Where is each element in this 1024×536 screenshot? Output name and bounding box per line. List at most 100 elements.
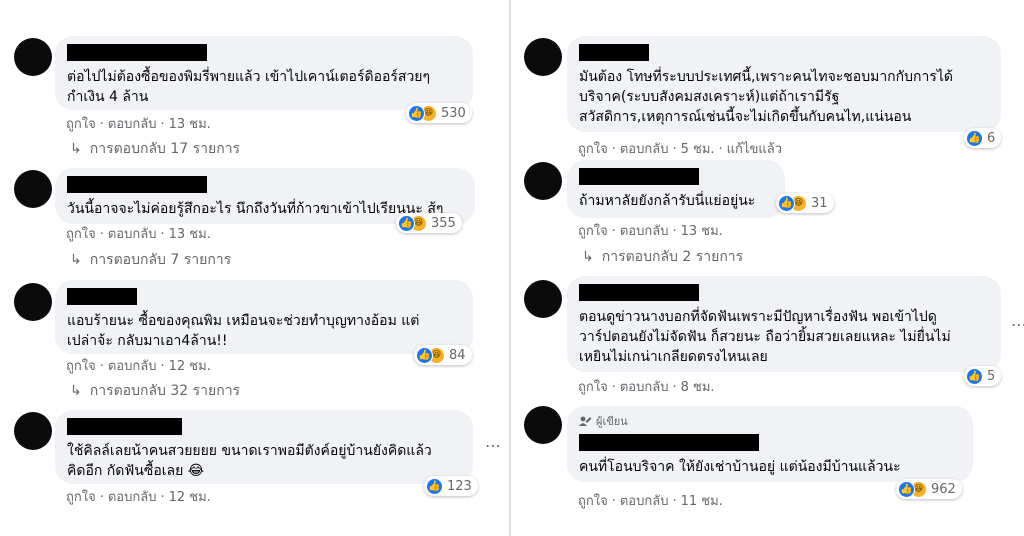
avatar[interactable]: [14, 170, 52, 208]
timestamp[interactable]: 11 ชม.: [681, 490, 723, 511]
redacted-author-name: [67, 288, 137, 305]
timestamp[interactable]: 13 ชม.: [169, 113, 211, 134]
avatar[interactable]: [524, 162, 562, 200]
like-icon: 👍: [426, 477, 443, 495]
edited-label[interactable]: แก้ไขแล้ว: [727, 138, 782, 159]
like-icon: 👍: [898, 480, 915, 498]
reaction-count: 84: [449, 347, 466, 363]
reaction-summary[interactable]: 👍 😆 31: [776, 193, 834, 213]
redacted-author-name: [579, 434, 759, 451]
like-link[interactable]: ถูกใจ: [578, 220, 608, 241]
comment-text: ถ้ามหาลัยยังกล้ารับนี่แย่อยู่นะ: [579, 193, 756, 209]
comment-text: คนที่โอนบริจาค ให้ยังเช่าบ้านอยู่ แต่น้อ…: [579, 459, 901, 475]
reply-link[interactable]: ตอบกลับ: [620, 220, 669, 241]
reply-link[interactable]: ตอบกลับ: [620, 376, 669, 397]
more-options-icon[interactable]: ⋯: [485, 436, 502, 455]
reply-link[interactable]: ตอบกลับ: [108, 486, 157, 507]
reaction-count: 355: [431, 215, 456, 231]
timestamp[interactable]: 13 ชม.: [169, 223, 211, 244]
timestamp[interactable]: 13 ชม.: [681, 220, 723, 241]
author-icon: [579, 416, 592, 426]
comment-text: มันต้อง โทษที่ระบบประเทศนี้,เพราะคนไทจะช…: [579, 69, 954, 125]
like-link[interactable]: ถูกใจ: [66, 223, 96, 244]
comment-actions: ถูกใจ · ตอบกลับ · 13 ชม.: [66, 113, 211, 134]
comment-actions: ถูกใจ · ตอบกลับ · 13 ชม.: [578, 220, 723, 241]
reaction-summary[interactable]: 👍 5: [964, 366, 1002, 386]
comment-actions: ถูกใจ · ตอบกลับ · 12 ชม.: [66, 355, 211, 376]
like-icon: 👍: [966, 367, 983, 385]
reaction-count: 123: [447, 478, 472, 494]
avatar[interactable]: [14, 412, 52, 450]
redacted-author-name: [67, 418, 182, 435]
comment-bubble: มันต้อง โทษที่ระบบประเทศนี้,เพราะคนไทจะช…: [567, 36, 1001, 132]
avatar[interactable]: [524, 38, 562, 76]
redacted-author-name: [67, 44, 207, 61]
view-replies-link[interactable]: ↳ การตอบกลับ 32 รายการ: [70, 380, 240, 402]
reply-arrow-icon: ↳: [582, 249, 594, 265]
redacted-author-name: [579, 284, 699, 301]
like-link[interactable]: ถูกใจ: [578, 490, 608, 511]
reaction-summary[interactable]: 👍 😆 355: [396, 213, 462, 233]
comment-actions: ถูกใจ · ตอบกลับ · 12 ชม.: [66, 486, 211, 507]
comment-bubble: ผู้เขียน คนที่โอนบริจาค ให้ยังเช่าบ้านอย…: [567, 406, 973, 482]
timestamp[interactable]: 5 ชม.: [681, 138, 715, 159]
reply-arrow-icon: ↳: [70, 252, 82, 268]
avatar[interactable]: [14, 38, 52, 76]
reaction-summary[interactable]: 👍 😆 84: [414, 345, 472, 365]
like-link[interactable]: ถูกใจ: [66, 355, 96, 376]
comment-bubble: ถ้ามหาลัยยังกล้ารับนี่แย่อยู่นะ: [567, 160, 785, 218]
redacted-author-name: [579, 168, 699, 185]
comment-bubble: ตอนดูข่าวนางบอกที่จัดฟันเพราะมีปัญหาเรื่…: [567, 276, 1001, 372]
reply-link[interactable]: ตอบกลับ: [620, 490, 669, 511]
like-link[interactable]: ถูกใจ: [66, 486, 96, 507]
comment-actions: ถูกใจ · ตอบกลับ · 5 ชม. · แก้ไขแล้ว: [578, 138, 782, 159]
like-icon: 👍: [966, 129, 983, 147]
more-options-icon[interactable]: ⋯: [1011, 315, 1024, 334]
comment-actions: ถูกใจ · ตอบกลับ · 8 ชม.: [578, 376, 715, 397]
comment-bubble: ต่อไปไม่ต้องซื้อของพิมรี่พายแล้ว เข้าไปเ…: [55, 36, 473, 110]
like-icon: 👍: [778, 194, 795, 212]
reply-arrow-icon: ↳: [70, 383, 82, 399]
reply-link[interactable]: ตอบกลับ: [108, 355, 157, 376]
reply-link[interactable]: ตอบกลับ: [620, 138, 669, 159]
like-link[interactable]: ถูกใจ: [578, 138, 608, 159]
avatar[interactable]: [524, 406, 562, 444]
timestamp[interactable]: 8 ชม.: [681, 376, 715, 397]
redacted-author-name: [67, 176, 207, 193]
avatar[interactable]: [14, 283, 52, 321]
comment-bubble: ใช้คิลล์เลยน้าคนสวยยยย ขนาดเราพอมีตังค์อ…: [55, 410, 473, 484]
comment-bubble: แอบร้ายนะ ซื้อของคุณพิม เหมือนจะช่วยทำบุ…: [55, 280, 473, 354]
comment-actions: ถูกใจ · ตอบกลับ · 11 ชม.: [578, 490, 723, 511]
timestamp[interactable]: 12 ชม.: [169, 355, 211, 376]
reaction-summary[interactable]: 👍 😆 962: [896, 479, 962, 499]
reply-link[interactable]: ตอบกลับ: [108, 223, 157, 244]
avatar[interactable]: [524, 280, 562, 318]
like-link[interactable]: ถูกใจ: [578, 376, 608, 397]
redacted-author-name: [579, 44, 649, 61]
reaction-count: 31: [811, 195, 828, 211]
reaction-summary[interactable]: 👍 😆 530: [406, 103, 472, 123]
comment-text: ใช้คิลล์เลยน้าคนสวยยยย ขนาดเราพอมีตังค์อ…: [67, 443, 432, 479]
right-comment-column: มันต้อง โทษที่ระบบประเทศนี้,เพราะคนไทจะช…: [512, 0, 1024, 536]
timestamp[interactable]: 12 ชม.: [169, 486, 211, 507]
view-replies-link[interactable]: ↳ การตอบกลับ 17 รายการ: [70, 138, 240, 160]
view-replies-link[interactable]: ↳ การตอบกลับ 2 รายการ: [582, 246, 743, 268]
like-icon: 👍: [416, 346, 433, 364]
reaction-summary[interactable]: 👍 123: [424, 476, 478, 496]
reply-arrow-icon: ↳: [70, 141, 82, 157]
view-replies-link[interactable]: ↳ การตอบกลับ 7 รายการ: [70, 249, 231, 271]
reaction-summary[interactable]: 👍 6: [964, 128, 1002, 148]
like-icon: 👍: [398, 214, 415, 232]
left-comment-column: ต่อไปไม่ต้องซื้อของพิมรี่พายแล้ว เข้าไปเ…: [0, 0, 510, 536]
author-badge: ผู้เขียน: [579, 412, 961, 430]
like-link[interactable]: ถูกใจ: [66, 113, 96, 134]
reply-link[interactable]: ตอบกลับ: [108, 113, 157, 134]
comment-actions: ถูกใจ · ตอบกลับ · 13 ชม.: [66, 223, 211, 244]
comment-text: ต่อไปไม่ต้องซื้อของพิมรี่พายแล้ว เข้าไปเ…: [67, 69, 431, 105]
reaction-count: 530: [441, 105, 466, 121]
like-icon: 👍: [408, 104, 425, 122]
column-divider: [509, 0, 511, 536]
reaction-count: 962: [931, 481, 956, 497]
comment-text: แอบร้ายนะ ซื้อของคุณพิม เหมือนจะช่วยทำบุ…: [67, 313, 420, 349]
reaction-count: 6: [987, 130, 996, 146]
